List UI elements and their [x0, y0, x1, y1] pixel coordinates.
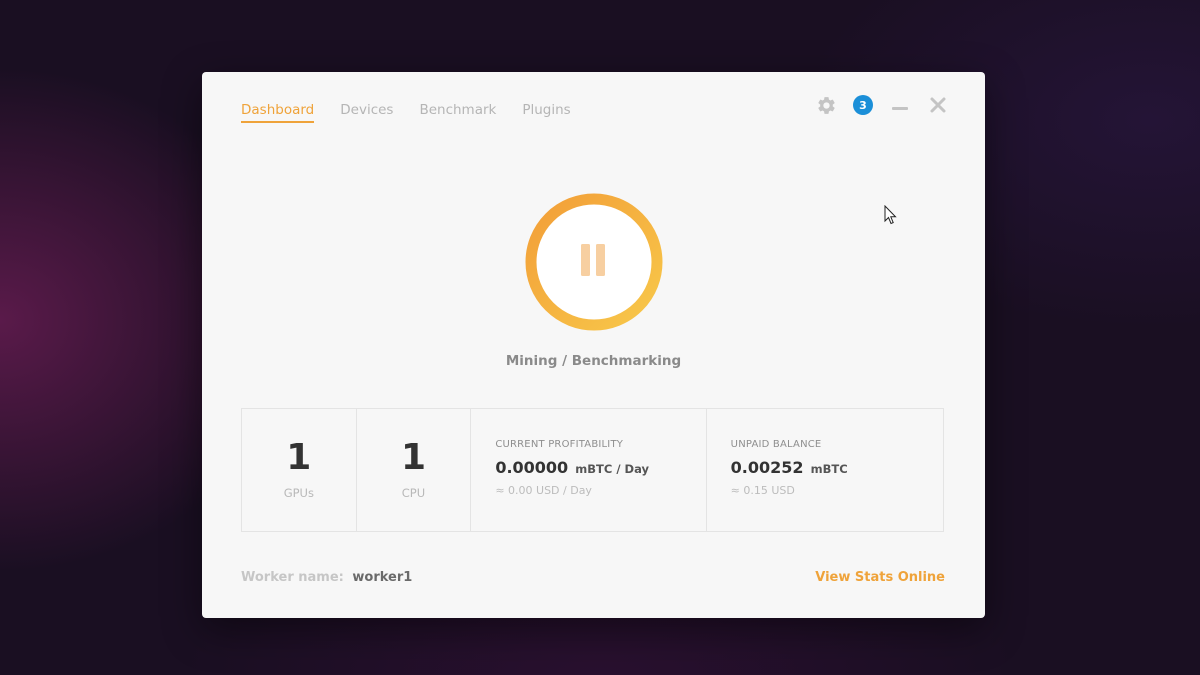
- mining-ring: [525, 193, 663, 331]
- balance-value: 0.00252: [730, 458, 804, 477]
- gpu-count: 1: [286, 437, 312, 478]
- gpu-count-label: GPUs: [283, 486, 314, 500]
- app-window: Dashboard Devices Benchmark Plugins 3 Mi…: [202, 72, 985, 618]
- worker-name-value: worker1: [352, 570, 413, 585]
- tab-benchmark[interactable]: Benchmark: [419, 102, 496, 123]
- mouse-cursor-icon: [884, 205, 897, 225]
- tab-devices[interactable]: Devices: [340, 102, 393, 123]
- minimize-icon: [892, 107, 908, 110]
- balance-cell: UNPAID BALANCE 0.00252 mBTC ≈ 0.15 USD: [707, 409, 943, 531]
- balance-usd: ≈ 0.15 USD: [730, 484, 795, 497]
- gear-icon: [817, 96, 835, 114]
- cpu-count: 1: [400, 437, 427, 478]
- mining-toggle-button[interactable]: [524, 192, 664, 332]
- profitability-cell: CURRENT PROFITABILITY 0.00000 mBTC / Day…: [471, 409, 707, 531]
- stats-panel: 1 GPUs 1 CPU CURRENT PROFITABILITY 0.000…: [241, 408, 944, 532]
- view-stats-online-link[interactable]: View Stats Online: [815, 570, 945, 585]
- profitability-unit: mBTC / Day: [575, 462, 649, 476]
- close-icon: [930, 97, 946, 113]
- profitability-value: 0.00000: [495, 458, 569, 477]
- tab-plugins[interactable]: Plugins: [522, 102, 570, 123]
- gpu-count-cell: 1 GPUs: [242, 409, 357, 531]
- cpu-count-cell: 1 CPU: [357, 409, 472, 531]
- worker-name-label: Worker name:: [241, 570, 344, 585]
- window-controls: 3: [815, 94, 949, 116]
- minimize-button[interactable]: [889, 94, 911, 116]
- balance-unit: mBTC: [810, 462, 848, 476]
- profitability-value-row: 0.00000 mBTC / Day: [495, 458, 705, 477]
- settings-button[interactable]: [815, 94, 837, 116]
- cpu-count-label: CPU: [401, 486, 426, 500]
- close-button[interactable]: [927, 94, 949, 116]
- balance-title: UNPAID BALANCE: [730, 439, 822, 450]
- main-nav: Dashboard Devices Benchmark Plugins: [241, 102, 571, 123]
- desktop-background: Dashboard Devices Benchmark Plugins 3 Mi…: [0, 0, 1200, 675]
- tab-dashboard[interactable]: Dashboard: [241, 102, 315, 123]
- worker-name: Worker name: worker1: [241, 570, 412, 585]
- notification-badge[interactable]: 3: [853, 95, 873, 115]
- mining-status-label: Mining / Benchmarking: [505, 353, 682, 369]
- profitability-title: CURRENT PROFITABILITY: [495, 439, 624, 450]
- profitability-usd: ≈ 0.00 USD / Day: [495, 484, 592, 497]
- balance-value-row: 0.00252 mBTC: [731, 458, 943, 477]
